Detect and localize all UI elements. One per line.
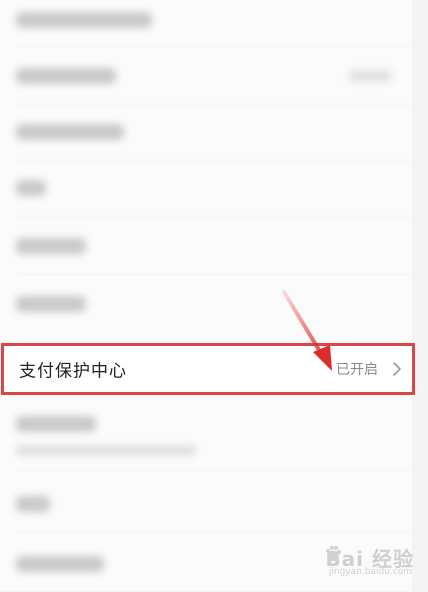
chevron-right-icon — [393, 362, 401, 376]
payment-protection-center-row[interactable]: 支付保护中心 已开启 — [1, 343, 415, 395]
blurred-setting-row[interactable] — [0, 218, 412, 274]
settings-list — [0, 0, 412, 591]
blurred-setting-row[interactable] — [0, 160, 412, 216]
blurred-setting-row[interactable] — [0, 104, 412, 160]
watermark-url: jingyan.baidu.com — [328, 567, 412, 577]
setting-status: 已开启 — [336, 362, 378, 378]
blurred-setting-row[interactable] — [0, 276, 412, 332]
baidu-paw-icon — [326, 546, 341, 561]
setting-label: 支付保护中心 — [19, 361, 127, 382]
blurred-setting-row[interactable] — [0, 0, 412, 48]
blurred-setting-row[interactable] — [0, 402, 412, 466]
baidu-jingyan-watermark: Bai 经验 jingyan.baidu.com — [294, 543, 414, 581]
blurred-setting-row[interactable] — [0, 476, 412, 532]
blurred-setting-row[interactable] — [0, 48, 412, 104]
